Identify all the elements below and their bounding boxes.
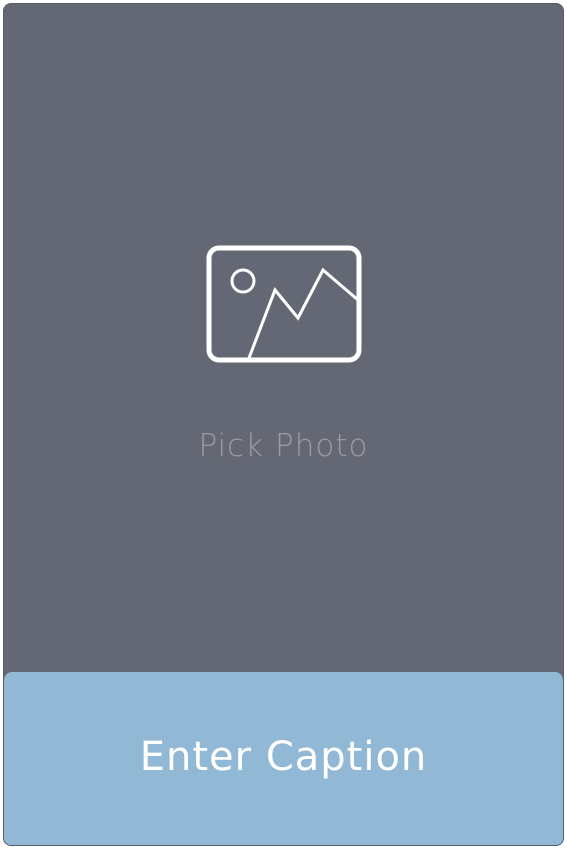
photo-card: Pick Photo Enter Caption bbox=[3, 3, 564, 846]
enter-caption-button[interactable]: Enter Caption bbox=[4, 672, 563, 845]
enter-caption-label: Enter Caption bbox=[139, 734, 428, 780]
pick-photo-label: Pick Photo bbox=[198, 428, 369, 464]
pick-photo-area[interactable]: Pick Photo bbox=[4, 4, 563, 672]
image-icon bbox=[206, 245, 362, 363]
